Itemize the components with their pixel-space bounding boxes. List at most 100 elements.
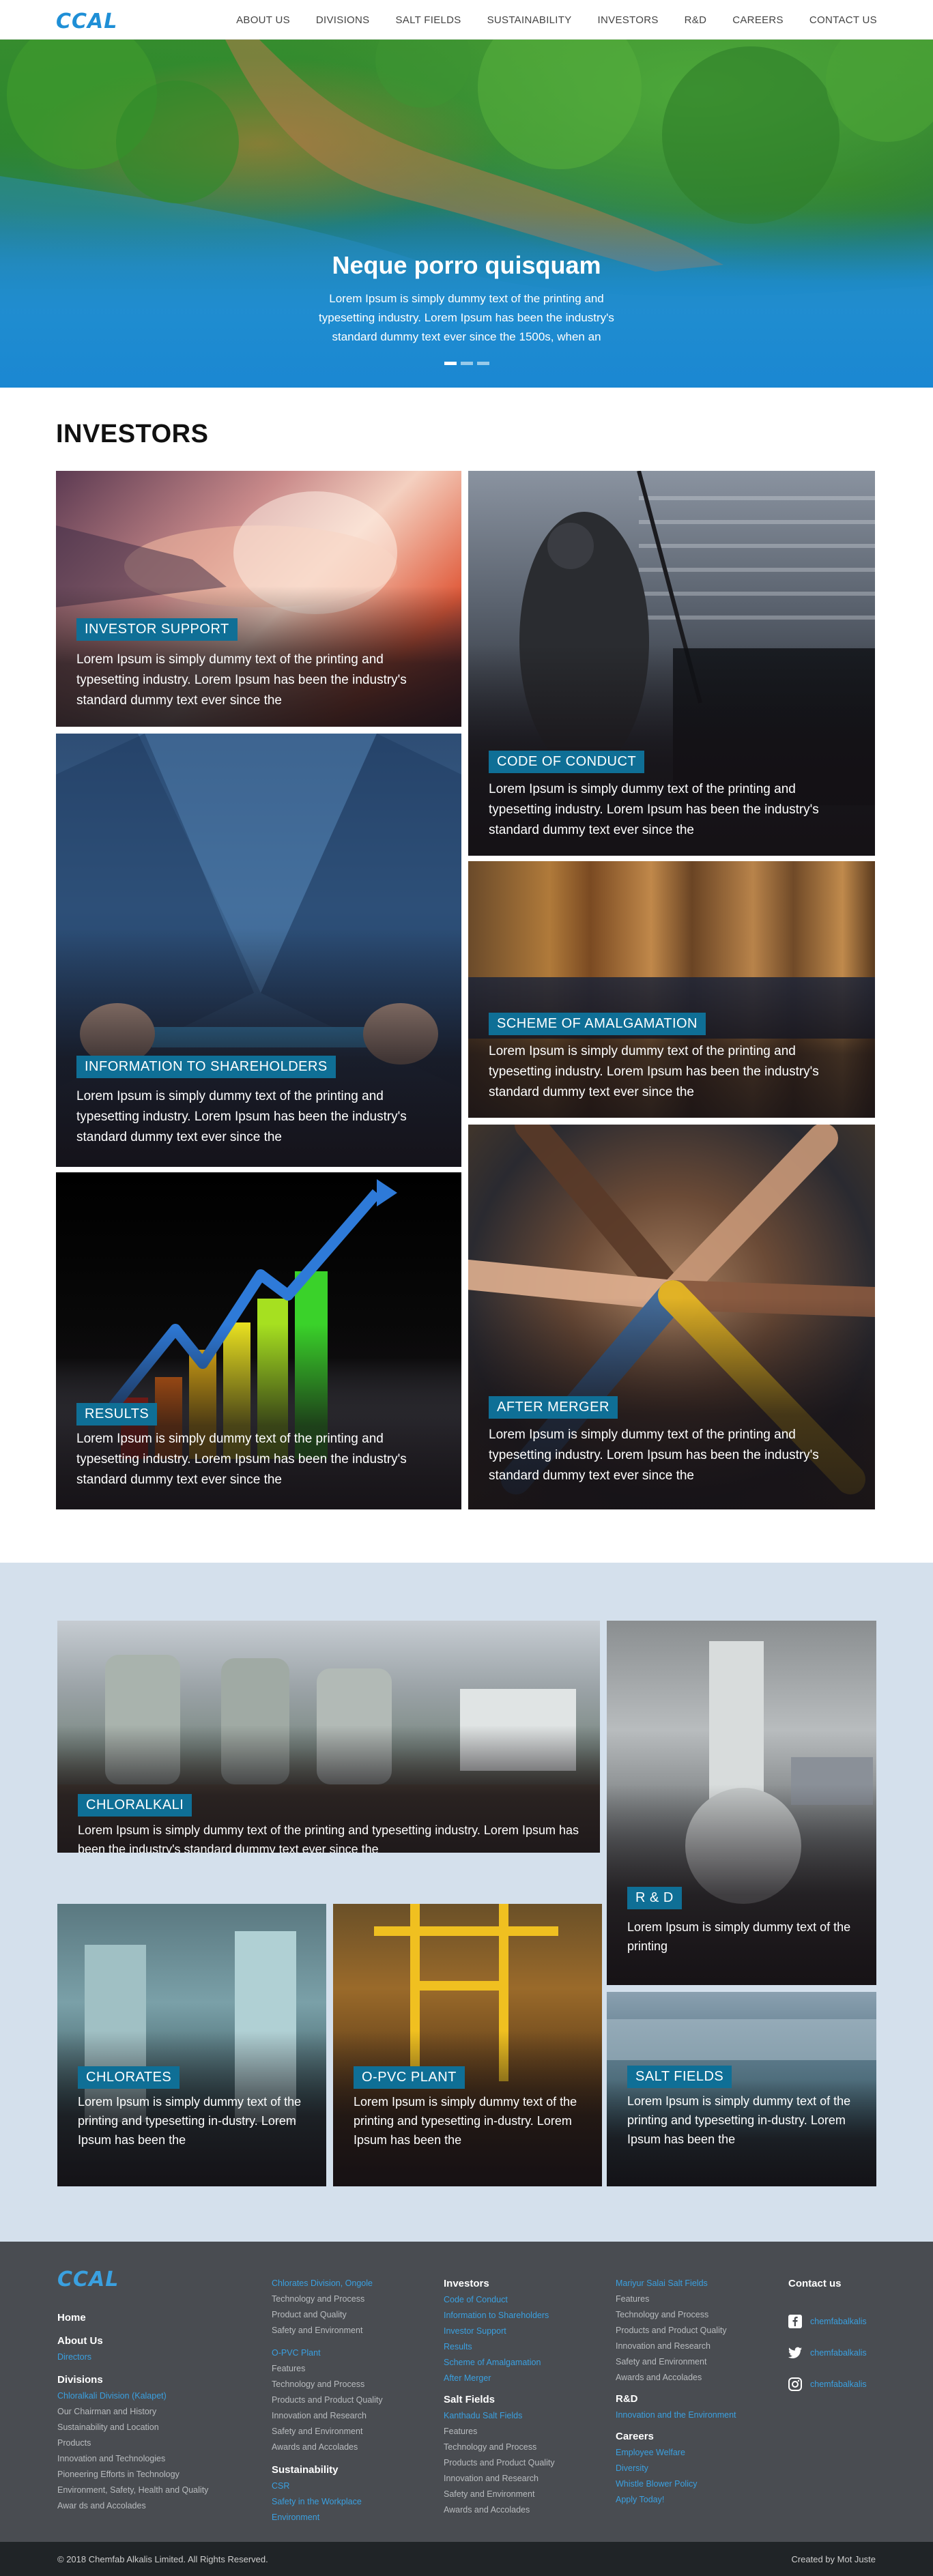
hero-text: Lorem Ipsum is simply dummy text of the … [319,292,614,343]
footer-col-4: Mariyur Salai Salt Fields Features Techn… [616,2276,773,2508]
credit-text[interactable]: Created by Mot Juste [791,2554,876,2564]
footer-link[interactable]: Technology and Process [272,2291,435,2307]
footer-link[interactable]: Safety and Environment [272,2323,435,2339]
footer-directors-link[interactable]: Directors [57,2349,235,2365]
tile-results[interactable]: RESULTS Lorem Ipsum is simply dummy text… [56,1172,461,1509]
hero-banner: Neque porro quisquam Lorem Ipsum is simp… [0,40,933,388]
tile-salt-fields[interactable]: SALT FIELDS Lorem Ipsum is simply dummy … [607,1992,876,2186]
footer-about-heading[interactable]: About Us [57,2333,235,2349]
rd-text: Lorem Ipsum is simply dummy text of the … [627,1920,851,1953]
footer-kanthadu-link[interactable]: Kanthadu Salt Fields [444,2408,601,2424]
nav-divisions[interactable]: DIVISIONS [316,14,370,26]
footer-link[interactable]: Results [444,2339,601,2355]
instagram-link[interactable]: chemfabalkalis [788,2369,911,2400]
footer-col-3: Investors Code of Conduct Information to… [444,2276,601,2518]
tile-chloralkali[interactable]: CHLORALKALI Lorem Ipsum is simply dummy … [57,1621,600,1853]
footer-link[interactable]: Scheme of Amalgamation [444,2355,601,2371]
nav-investors[interactable]: INVESTORS [598,14,659,26]
footer-investors-heading[interactable]: Investors [444,2276,601,2292]
footer-link[interactable]: Investor Support [444,2324,601,2339]
tile-scheme-of-amalgamation[interactable]: SCHEME OF AMALGAMATION Lorem Ipsum is si… [468,861,875,1118]
main-nav: ABOUT US DIVISIONS SALT FIELDS SUSTAINAB… [236,0,877,40]
twitter-icon [788,2347,802,2358]
tile-rd[interactable]: R & D Lorem Ipsum is simply dummy text o… [607,1621,876,1985]
tile-investor-support[interactable]: INVESTOR SUPPORT Lorem Ipsum is simply d… [56,471,461,727]
footer-link[interactable]: Products and Product Quality [444,2455,601,2471]
footer-link[interactable]: Awards and Accolades [272,2440,435,2455]
footer-link[interactable]: Safety and Environment [444,2487,601,2502]
footer-divisions-heading[interactable]: Divisions [57,2372,235,2388]
footer-bottom-bar: © 2018 Chemfab Alkalis Limited. All Righ… [0,2542,933,2576]
footer-careers-heading[interactable]: Careers [616,2429,773,2445]
footer-link[interactable]: Information to Shareholders [444,2308,601,2324]
footer-csr-link[interactable]: CSR [272,2478,435,2494]
nav-careers[interactable]: CAREERS [732,14,784,26]
copyright-text: © 2018 Chemfab Alkalis Limited. All Righ… [57,2554,268,2564]
footer-link[interactable]: Features [444,2424,601,2440]
site-logo[interactable]: CCAL [56,10,117,33]
footer-link[interactable]: Safety and Environment [616,2354,773,2370]
tile-code-of-conduct[interactable]: CODE OF CONDUCT Lorem Ipsum is simply du… [468,471,875,856]
nav-rd[interactable]: R&D [685,14,707,26]
footer-safety-link[interactable]: Safety in the Workplace [272,2494,435,2510]
footer-link[interactable]: Diversity [616,2461,773,2476]
footer-link[interactable]: Awards and Accolades [444,2502,601,2518]
footer-link[interactable]: Products and Product Quality [272,2392,435,2408]
nav-contact-us[interactable]: CONTACT US [809,14,877,26]
code-of-conduct-text: Lorem Ipsum is simply dummy text of the … [489,782,819,837]
footer-chloralkali-link[interactable]: Chloralkali Division (Kalapet) [57,2388,235,2404]
tile-opvc-plant[interactable]: O-PVC PLANT Lorem Ipsum is simply dummy … [333,1904,602,2186]
footer-link[interactable]: Innovation and Research [272,2408,435,2424]
nav-salt-fields[interactable]: SALT FIELDS [395,14,461,26]
footer-link[interactable]: Our Chairman and History [57,2404,235,2420]
slider-dot-2[interactable] [460,362,473,365]
tile-information-to-shareholders[interactable]: INFORMATION TO SHAREHOLDERS Lorem Ipsum … [56,734,461,1167]
footer-link[interactable]: Employee Welfare [616,2445,773,2461]
footer-link[interactable]: Innovation and Research [444,2471,601,2487]
footer-home-link[interactable]: Home [57,2310,235,2326]
footer-link[interactable]: Awards and Accolades [616,2370,773,2386]
footer-chlorates-link[interactable]: Chlorates Division, Ongole [272,2276,435,2291]
footer-link[interactable]: After Merger [444,2371,601,2386]
nav-sustainability[interactable]: SUSTAINABILITY [487,14,572,26]
footer-rd-heading[interactable]: R&D [616,2391,773,2407]
footer-link[interactable]: Whistle Blower Policy [616,2476,773,2492]
footer-mariyur-link[interactable]: Mariyur Salai Salt Fields [616,2276,773,2291]
nav-about-us[interactable]: ABOUT US [236,14,290,26]
footer-link[interactable]: Technology and Process [272,2377,435,2392]
footer-link[interactable]: Products and Product Quality [616,2323,773,2339]
footer-link[interactable]: Features [616,2291,773,2307]
slider-dot-1[interactable] [444,362,457,365]
footer-link[interactable]: Product and Quality [272,2307,435,2323]
results-label: RESULTS [76,1403,158,1426]
hero-title: Neque porro quisquam [332,251,601,279]
footer-link[interactable]: Technology and Process [444,2440,601,2455]
footer-link[interactable]: Products [57,2435,235,2451]
slider-dot-3[interactable] [476,362,489,365]
footer-logo[interactable]: CCAL [57,2268,119,2291]
footer-link[interactable]: Awar ds and Accolades [57,2498,235,2514]
footer-link[interactable]: Technology and Process [616,2307,773,2323]
facebook-link[interactable]: chemfabalkalis [788,2306,911,2337]
footer-link[interactable]: Apply Today! [616,2492,773,2508]
investor-support-text: Lorem Ipsum is simply dummy text of the … [76,652,407,708]
footer-link[interactable]: Innovation and Research [616,2339,773,2354]
footer-link[interactable]: Sustainability and Location [57,2420,235,2435]
tile-chlorates[interactable]: CHLORATES Lorem Ipsum is simply dummy te… [57,1904,326,2186]
footer-link[interactable]: Code of Conduct [444,2292,601,2308]
opvc-plant-text: Lorem Ipsum is simply dummy text of the … [354,2095,577,2147]
footer-salt-fields-heading[interactable]: Salt Fields [444,2392,601,2408]
footer-link[interactable]: Innovation and Technologies [57,2451,235,2467]
footer-link[interactable]: Environment, Safety, Health and Quality [57,2483,235,2498]
footer-environment-link[interactable]: Environment [272,2510,435,2526]
twitter-link[interactable]: chemfabalkalis [788,2337,911,2369]
footer-col-2: Chlorates Division, Ongole Technology an… [272,2276,435,2526]
footer-link[interactable]: Features [272,2361,435,2377]
footer-link[interactable]: Pioneering Efforts in Technology [57,2467,235,2483]
tile-after-merger[interactable]: AFTER MERGER Lorem Ipsum is simply dummy… [468,1125,875,1509]
footer-sustainability-heading[interactable]: Sustainability [272,2462,435,2478]
footer-opvc-link[interactable]: O-PVC Plant [272,2345,435,2361]
footer-link[interactable]: Safety and Environment [272,2424,435,2440]
facebook-handle: chemfabalkalis [810,2316,867,2326]
footer-link[interactable]: Innovation and the Environment [616,2407,773,2423]
